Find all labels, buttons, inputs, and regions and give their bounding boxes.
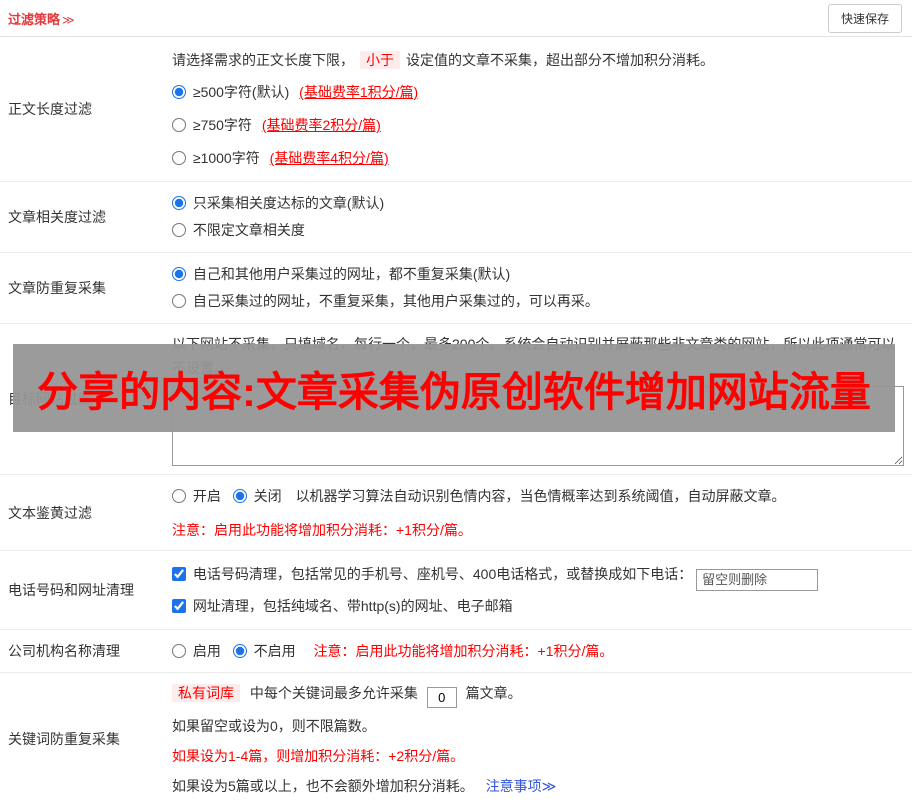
row-label-relevance: 文章相关度过滤 [8,209,106,225]
radio-option-dedupe-self-only[interactable]: 自己采集过的网址，不重复采集，其他用户采集过的，可以再采。 [172,288,904,315]
radio-option-porn-off[interactable]: 关闭 [232,488,286,504]
radio-option-company-off[interactable]: 不启用 [232,642,300,659]
fee-note: (基础费率2积分/篇) [261,117,381,133]
watermark-text: 分享的内容:文章采集伪原创软件增加网站流量 [37,369,871,415]
radio-option-relevance-any[interactable]: 不限定文章相关度 [172,217,904,244]
keyword-note-cost: 如果设为1-4篇，则增加积分消耗：+2积分/篇。 [172,747,465,764]
row-label-porn: 文本鉴黄过滤 [8,504,92,521]
radio-label: ≥1000字符 [192,150,260,166]
row-keyword-dedupe: 关键词防重复采集 私有词库 中每个关键词最多允许采集 篇文章。 如果留空或设为0… [0,673,912,806]
keyword-note-zero: 如果留空或设为0，则不限篇数。 [172,717,376,734]
radio-option-porn-on[interactable]: 开启 [172,488,225,504]
row-label-company: 公司机构名称清理 [8,642,120,659]
checkbox-label: 电话号码清理，包括常见的手机号、座机号、400电话格式，或替换成如下电话： [192,566,693,582]
keyword-limit-text: 中每个关键词最多允许采集 [249,684,418,701]
radio-label: 自己和其他用户采集过的网址，都不重复采集(默认) [192,266,511,282]
page-title: 过滤策略 [8,11,61,27]
radio-dedupe-all-users[interactable] [172,267,186,281]
radio-label: 自己采集过的网址，不重复采集，其他用户采集过的，可以再采。 [192,293,599,309]
row-label-length: 正文长度过滤 [8,101,92,117]
radio-dedupe-self-only[interactable] [172,294,186,308]
radio-porn-on[interactable] [172,489,186,503]
radio-label: 只采集相关度达标的文章(默认) [192,195,385,211]
radio-relevance-any[interactable] [172,223,186,237]
radio-option-company-on[interactable]: 启用 [172,643,225,659]
radio-option-dedupe-all-users[interactable]: 自己和其他用户采集过的网址，都不重复采集(默认) [172,261,904,288]
radio-option-500-chars[interactable]: ≥500字符(默认) (基础费率1积分/篇) [172,81,904,103]
radio-750-chars[interactable] [172,118,186,132]
radio-label: ≥750字符 [192,117,252,133]
radio-option-750-chars[interactable]: ≥750字符 (基础费率2积分/篇) [172,114,904,136]
porn-filter-description: 以机器学习算法自动识别色情内容，当色情概率达到系统阈值，自动屏蔽文章。 [295,488,786,504]
checkbox-phone-cleanup[interactable] [172,567,186,581]
less-than-highlight: 小于 [360,51,400,69]
row-label-phone: 电话号码和网址清理 [8,581,134,598]
keyword-limit-input[interactable] [426,686,457,708]
row-dedupe-filter: 文章防重复采集 自己和其他用户采集过的网址，都不重复采集(默认) 自己采集过的网… [0,253,912,324]
page-title-toggle[interactable]: 过滤策略 ≫ [8,9,75,28]
fee-note: (基础费率4积分/篇) [269,150,389,166]
row-length-filter: 正文长度过滤 请选择需求的正文长度下限， 小于 设定值的文章不采集，超出部分不增加积… [0,37,912,182]
porn-filter-cost-note: 注意：启用此功能将增加积分消耗：+1积分/篇。 [172,522,472,538]
checkbox-label: 网址清理，包括纯域名、带http(s)的网址、电子邮箱 [192,597,513,614]
chevron-down-icon: ≫ [62,12,75,27]
radio-label: ≥500字符(默认) [192,84,290,100]
radio-label: 关闭 [253,488,282,504]
intro-suffix: 设定值的文章不采集，超出部分不增加积分消耗。 [406,52,714,68]
filter-strategy-page: 过滤策略 ≫ 快速保存 正文长度过滤 请选择需求的正文长度下限， 小于 设定值的文章不… [0,0,912,794]
radio-label: 不限定文章相关度 [192,222,305,238]
radio-500-chars[interactable] [172,85,186,99]
topbar: 过滤策略 ≫ 快速保存 [0,0,912,37]
watermark-overlay: 分享的内容:文章采集伪原创软件增加网站流量 [13,344,895,432]
keyword-limit-suffix: 篇文章。 [465,684,522,701]
row-label-keyword: 关键词防重复采集 [8,731,120,747]
length-intro-text: 请选择需求的正文长度下限， 小于 设定值的文章不采集，超出部分不增加积分消耗。 [172,49,904,71]
radio-company-on[interactable] [172,643,186,658]
row-company-name-cleanup: 公司机构名称清理 启用 不启用 注意：启用此功能将增加积分消耗：+1积分/篇。 [0,630,912,673]
notes-link[interactable]: 注意事项≫ [486,778,557,794]
radio-label: 不启用 [253,642,296,659]
radio-label: 开启 [192,488,221,504]
row-relevance-filter: 文章相关度过滤 只采集相关度达标的文章(默认) 不限定文章相关度 [0,182,912,253]
private-lexicon-highlight: 私有词库 [172,683,240,702]
row-label-dedupe: 文章防重复采集 [8,280,106,296]
radio-1000-chars[interactable] [172,151,186,165]
company-cleanup-cost-note: 注意：启用此功能将增加积分消耗：+1积分/篇。 [313,642,614,659]
radio-company-off[interactable] [232,643,247,658]
row-phone-url-cleanup: 电话号码和网址清理 电话号码清理，包括常见的手机号、座机号、400电话格式，或替… [0,551,912,630]
row-porn-filter: 文本鉴黄过滤 开启 关闭 以机器学习算法自动识别色情内容，当色情概率达到系统阈值… [0,475,912,551]
fee-note: (基础费率1积分/篇) [299,84,419,100]
radio-relevance-strict[interactable] [172,196,186,210]
radio-porn-off[interactable] [232,489,247,503]
checkbox-url-cleanup[interactable] [172,598,186,613]
phone-replacement-input[interactable] [696,568,819,591]
checkbox-option-phone-cleanup[interactable]: 电话号码清理，包括常见的手机号、座机号、400电话格式，或替换成如下电话： [172,566,696,582]
radio-label: 启用 [192,642,221,659]
radio-option-relevance-strict[interactable]: 只采集相关度达标的文章(默认) [172,190,904,217]
checkbox-option-url-cleanup[interactable]: 网址清理，包括纯域名、带http(s)的网址、电子邮箱 [172,598,513,614]
radio-option-1000-chars[interactable]: ≥1000字符 (基础费率4积分/篇) [172,147,904,169]
quick-save-button[interactable]: 快速保存 [827,3,902,33]
keyword-note-five: 如果设为5篇或以上，也不会额外增加积分消耗。 [172,777,474,794]
intro-prefix: 请选择需求的正文长度下限， [172,52,354,68]
